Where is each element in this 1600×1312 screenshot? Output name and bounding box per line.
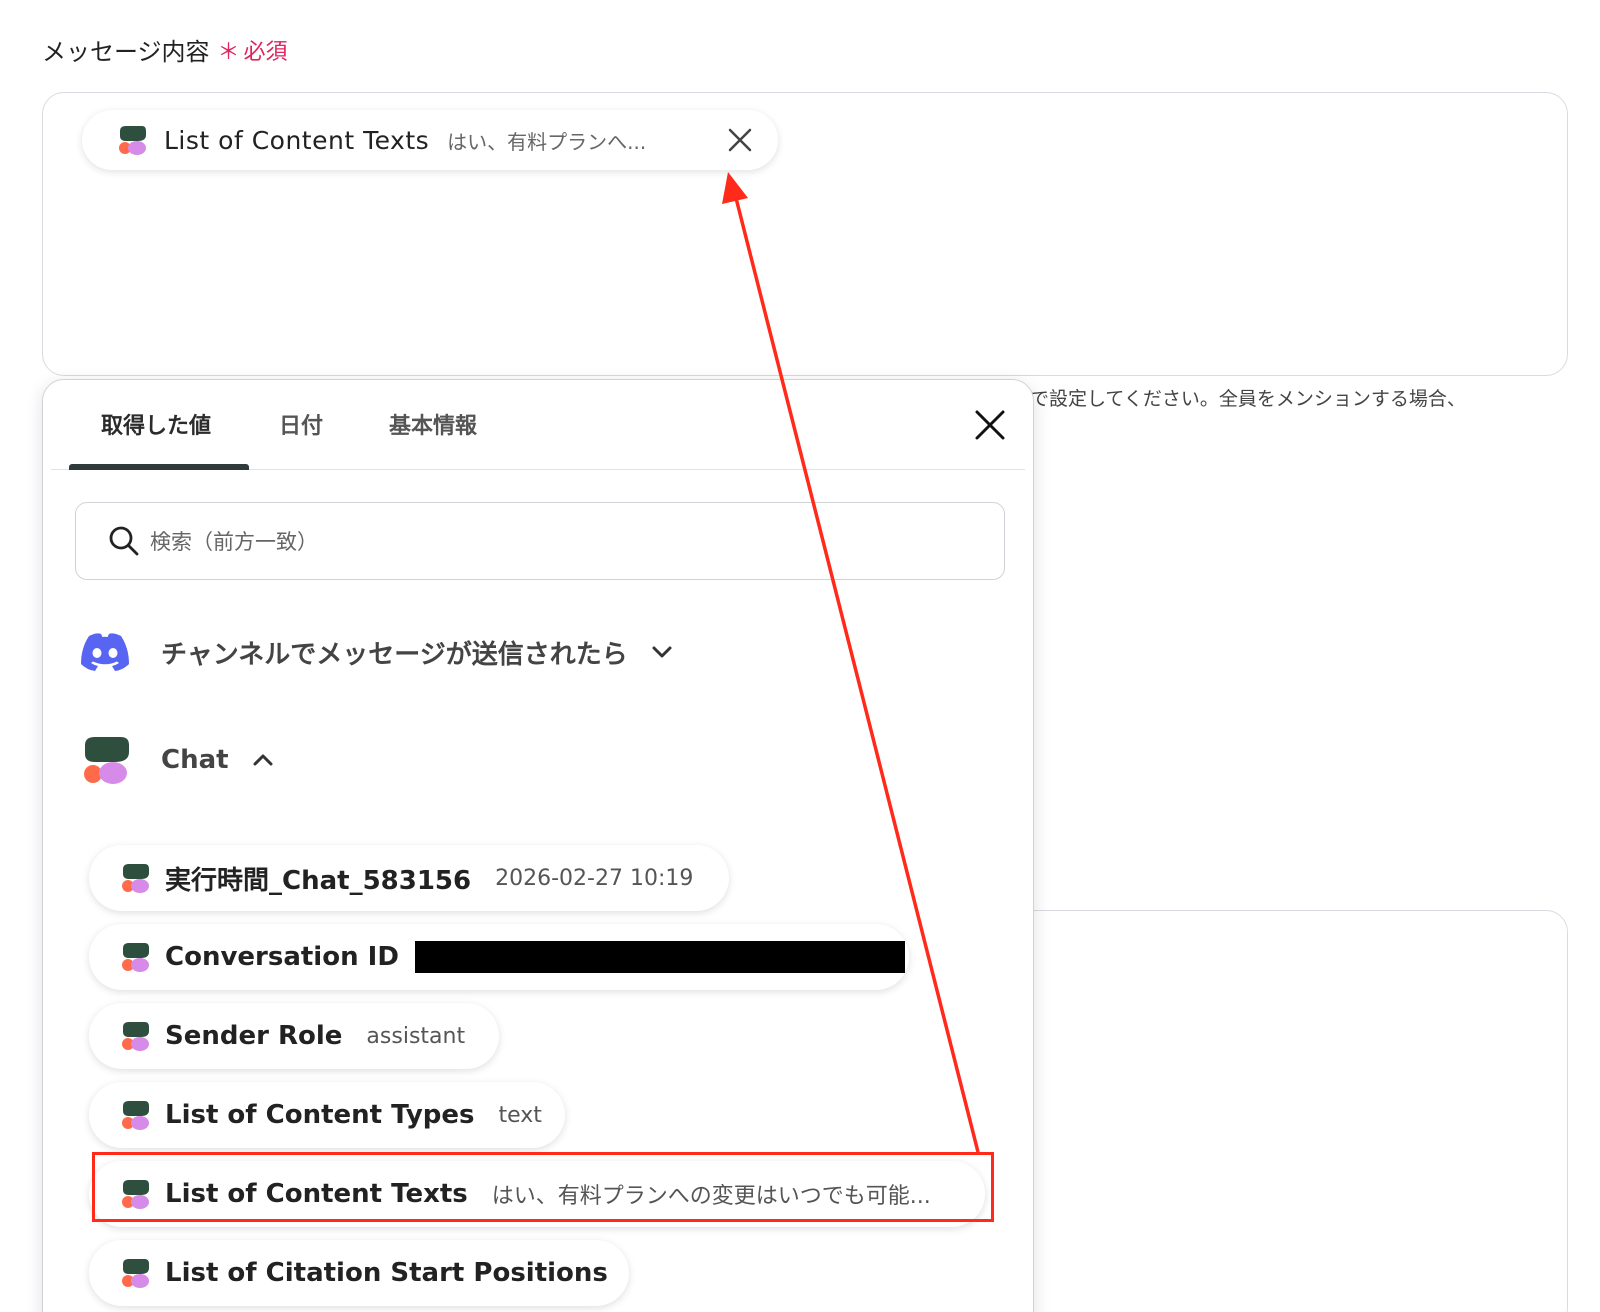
chat-app-icon xyxy=(122,943,149,972)
discord-icon xyxy=(81,633,129,671)
item-value: text xyxy=(498,1102,542,1128)
selected-value-chip[interactable]: List of Content Texts はい、有料プランへ... xyxy=(82,110,778,170)
chevron-down-icon[interactable] xyxy=(650,640,674,664)
chevron-up-icon[interactable] xyxy=(251,748,275,772)
item-name: List of Content Types xyxy=(165,1100,475,1130)
chat-app-icon xyxy=(84,737,129,784)
field-label: メッセージ内容 ＊ 必須 xyxy=(42,32,288,67)
chat-app-icon xyxy=(122,1022,149,1051)
field-label-text: メッセージ内容 xyxy=(42,38,210,66)
chat-app-icon xyxy=(122,864,149,893)
required-star: ＊ xyxy=(217,39,240,65)
item-value: assistant xyxy=(366,1023,466,1049)
item-value: 2026-02-27 10:19 xyxy=(495,865,694,891)
item-name: 実行時間_Chat_583156 xyxy=(165,865,472,896)
tab-date[interactable]: 日付 xyxy=(279,408,323,440)
search-icon xyxy=(109,526,139,556)
group-discord-trigger[interactable]: チャンネルでメッセージが送信されたら xyxy=(79,632,674,672)
list-item[interactable]: List of Content Types text xyxy=(89,1082,565,1148)
list-item[interactable]: List of Citation Start Positions xyxy=(89,1240,629,1306)
item-name: Sender Role xyxy=(165,1021,343,1051)
list-item[interactable]: 実行時間_Chat_583156 2026-02-27 10:19 xyxy=(89,845,729,911)
chat-app-icon xyxy=(122,1259,149,1288)
item-name: List of Citation Start Positions xyxy=(165,1258,608,1288)
list-item[interactable]: Sender Role assistant xyxy=(89,1003,499,1069)
list-item[interactable]: Conversation ID xyxy=(89,924,909,990)
chip-value: はい、有料プランへ... xyxy=(447,129,647,154)
tab-bar: 取得した値 日付 基本情報 xyxy=(51,380,1025,470)
active-tab-indicator xyxy=(69,464,249,470)
group-label: Chat xyxy=(161,745,229,775)
tab-acquired-values[interactable]: 取得した値 xyxy=(101,408,211,440)
close-icon[interactable] xyxy=(971,406,1009,444)
item-name: Conversation ID xyxy=(165,942,399,972)
highlight-box xyxy=(92,1152,994,1222)
required-badge: 必須 xyxy=(243,39,288,65)
chat-app-icon xyxy=(122,1101,149,1130)
group-label: チャンネルでメッセージが送信されたら xyxy=(161,639,628,670)
search-input[interactable]: 検索（前方一致） xyxy=(75,502,1005,580)
help-text: で設定してください。全員をメンションする場合、 xyxy=(1030,388,1466,410)
chip-title: List of Content Texts xyxy=(164,125,430,155)
chat-app-icon xyxy=(119,126,146,155)
next-field-box[interactable] xyxy=(1010,910,1568,1312)
group-chat[interactable]: Chat xyxy=(79,734,275,786)
search-placeholder: 検索（前方一致） xyxy=(150,530,318,554)
tab-basic-info[interactable]: 基本情報 xyxy=(389,408,477,440)
redacted-value xyxy=(414,941,905,973)
close-icon[interactable] xyxy=(724,124,756,156)
